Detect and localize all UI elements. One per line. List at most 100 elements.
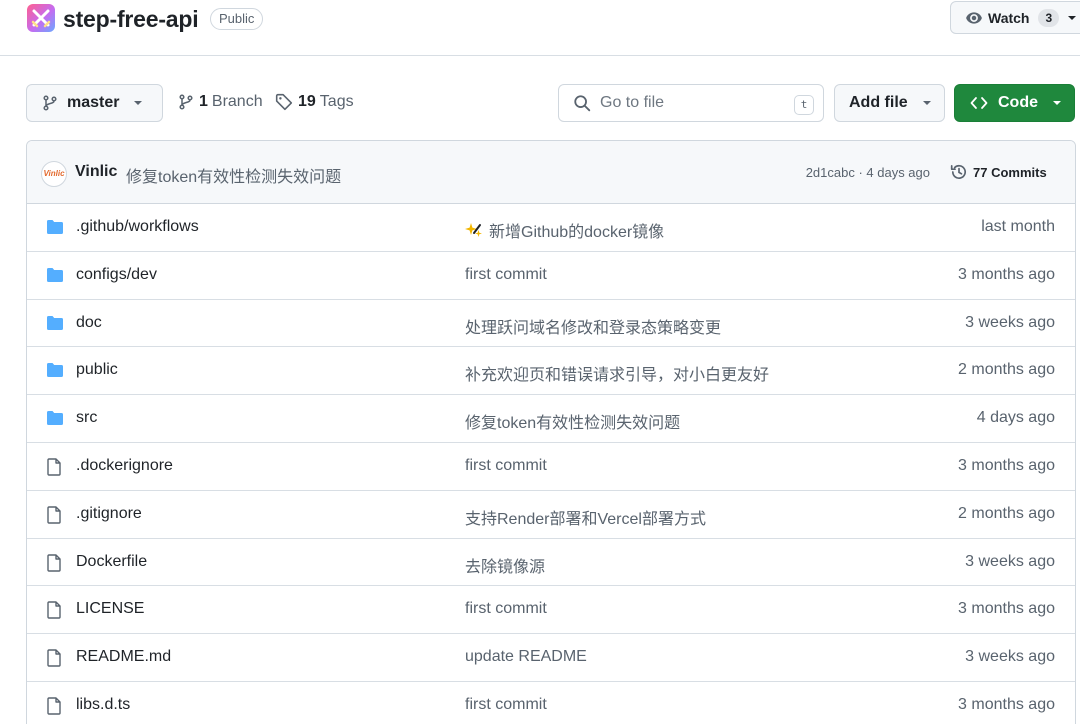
file-commit-message-link[interactable]: 去除镜像源 (465, 553, 545, 577)
file-row[interactable]: .github/workflows 新增Github的docker镜像 last… (27, 204, 1075, 252)
commits-count: 77 Commits (973, 164, 1047, 180)
file-commit-age[interactable]: 3 months ago (958, 696, 1055, 714)
search-icon (573, 94, 591, 112)
git-branch-icon (178, 94, 194, 110)
commit-message-text: first commit (465, 600, 547, 618)
file-name-link[interactable]: .dockerignore (76, 457, 173, 475)
file-name-link[interactable]: .github/workflows (76, 218, 199, 236)
folder-icon (46, 219, 64, 235)
search-input[interactable] (600, 94, 780, 112)
branches-count: 1 (199, 93, 208, 110)
visibility-badge: Public (210, 8, 264, 30)
add-file-button[interactable]: Add file (834, 84, 945, 122)
file-row[interactable]: configs/dev first commit 3 months ago (27, 252, 1075, 300)
file-row[interactable]: doc 处理跃问域名修改和登录态策略变更 3 weeks ago (27, 300, 1075, 348)
file-commit-age[interactable]: 2 months ago (958, 505, 1055, 523)
file-row[interactable]: .gitignore 支持Render部署和Vercel部署方式 2 month… (27, 491, 1075, 539)
file-name-link[interactable]: doc (76, 314, 102, 332)
file-name-link[interactable]: README.md (76, 648, 171, 666)
file-commit-message-link[interactable]: 支持Render部署和Vercel部署方式 (465, 505, 706, 529)
file-commit-age[interactable]: 2 months ago (958, 361, 1055, 379)
file-commit-age[interactable]: 3 months ago (958, 266, 1055, 284)
tags-label: Tags (319, 93, 354, 110)
commit-message-text: 去除镜像源 (465, 558, 546, 576)
file-name-link[interactable]: Dockerfile (76, 553, 147, 571)
folder-icon (46, 410, 64, 426)
file-commit-message-link[interactable]: 新增Github的docker镜像 (465, 218, 664, 242)
file-commit-age[interactable]: 3 weeks ago (965, 314, 1055, 332)
file-icon (46, 697, 62, 715)
commit-message-text: 支持Render部署和Vercel部署方式 (465, 510, 706, 528)
folder-icon (46, 267, 64, 283)
file-icon (46, 458, 62, 476)
folder-icon (46, 315, 64, 331)
branches-link[interactable]: 1 Branch (178, 93, 263, 111)
commit-message-text: first commit (465, 265, 547, 283)
file-commit-message-link[interactable]: 修复token有效性检测失效问题 (465, 409, 680, 433)
add-file-label: Add file (849, 94, 908, 111)
watch-count: 3 (1038, 8, 1060, 27)
commit-message-text: first commit (465, 456, 547, 474)
file-commit-message-link[interactable]: first commit (465, 600, 547, 618)
file-name-link[interactable]: .gitignore (76, 505, 142, 523)
commits-history-link[interactable]: 77 Commits (950, 163, 1047, 181)
git-branch-icon (42, 95, 58, 111)
commit-message-text: 处理跃问域名修改和登录态策略变更 (465, 319, 722, 337)
folder-icon (46, 362, 64, 378)
file-icon (46, 649, 62, 667)
file-name-link[interactable]: libs.d.ts (76, 696, 130, 714)
tags-link[interactable]: 19 Tags (275, 93, 354, 111)
keyboard-shortcut-hint: t (794, 95, 814, 115)
code-label: Code (998, 94, 1038, 111)
file-commit-message-link[interactable]: first commit (465, 696, 547, 714)
file-commit-message-link[interactable]: first commit (465, 266, 547, 284)
chevron-down-icon (133, 98, 143, 108)
tags-count: 19 (298, 93, 316, 110)
commit-message-text: 补充欢迎页和错误请求引导，对小白更友好 (465, 367, 770, 385)
go-to-file-search[interactable]: t (558, 84, 824, 122)
file-row[interactable]: libs.d.ts first commit 3 months ago (27, 682, 1075, 724)
commit-message-text: 修复token有效性检测失效问题 (465, 415, 681, 433)
crossed-swords-icon (31, 9, 51, 28)
file-commit-message-link[interactable]: 补充欢迎页和错误请求引导，对小白更友好 (465, 361, 769, 385)
file-name-link[interactable]: src (76, 409, 97, 427)
file-name-link[interactable]: configs/dev (76, 266, 157, 284)
file-row[interactable]: LICENSE first commit 3 months ago (27, 586, 1075, 635)
file-name-link[interactable]: public (76, 361, 118, 379)
code-button[interactable]: Code (954, 84, 1075, 122)
file-row[interactable]: .dockerignore first commit 3 months ago (27, 443, 1075, 491)
history-icon (950, 163, 968, 181)
repo-logo (27, 4, 55, 32)
commit-author-link[interactable]: Vinlic (75, 163, 117, 181)
file-commit-age[interactable]: 3 months ago (958, 600, 1055, 618)
file-row[interactable]: Dockerfile 去除镜像源 3 weeks ago (27, 539, 1075, 587)
file-commit-age[interactable]: last month (981, 218, 1055, 236)
file-commit-age[interactable]: 4 days ago (977, 409, 1055, 427)
file-icon (46, 553, 62, 572)
file-row[interactable]: src 修复token有效性检测失效问题 4 days ago (27, 395, 1075, 443)
branch-select-button[interactable]: master (26, 84, 163, 122)
chevron-down-icon (1052, 98, 1062, 108)
file-row[interactable]: README.md update README 3 weeks ago (27, 634, 1075, 682)
file-commit-message-link[interactable]: first commit (465, 457, 547, 475)
repo-name-link[interactable]: step-free-api (63, 6, 199, 33)
commit-message-text: 新增Github的docker镜像 (489, 224, 665, 241)
tag-icon (275, 93, 293, 111)
commit-sha-and-time[interactable]: 2d1cabc · 4 days ago (806, 165, 930, 180)
watch-label: Watch (988, 9, 1030, 26)
file-commit-age[interactable]: 3 weeks ago (965, 648, 1055, 666)
eye-icon (965, 9, 983, 27)
commit-message-text: update README (465, 648, 587, 666)
watch-button[interactable]: Watch 3 (950, 1, 1080, 34)
file-name-link[interactable]: LICENSE (76, 600, 144, 618)
branches-label: Branch (211, 93, 263, 110)
avatar[interactable]: Vinlic (41, 161, 67, 187)
file-commit-age[interactable]: 3 weeks ago (965, 553, 1055, 571)
file-commit-message-link[interactable]: update README (465, 648, 587, 666)
commit-message-link[interactable]: 修复token有效性检测失效问题 (126, 163, 341, 187)
file-commit-age[interactable]: 3 months ago (958, 457, 1055, 475)
sparkles-icon (465, 221, 483, 239)
repo-header: step-free-api Public Watch 3 (0, 0, 1080, 56)
file-commit-message-link[interactable]: 处理跃问域名修改和登录态策略变更 (465, 314, 721, 338)
file-row[interactable]: public 补充欢迎页和错误请求引导，对小白更友好 2 months ago (27, 347, 1075, 396)
